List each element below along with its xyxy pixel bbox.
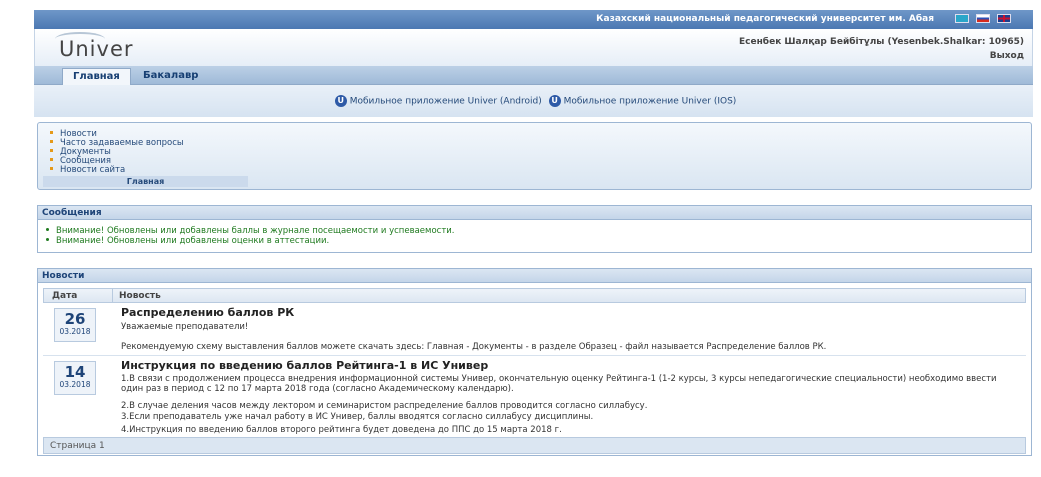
- bullet-icon: [50, 140, 53, 143]
- message-item: Внимание! Обновлены или добавлены баллы …: [46, 226, 1023, 236]
- main-nav: Главная Бакалавр: [34, 66, 1033, 85]
- date-badge: 14 03.2018: [54, 361, 96, 395]
- univer-logo[interactable]: Univer: [59, 37, 134, 61]
- top-bar: Казахский национальный педагогический ун…: [34, 10, 1033, 29]
- news-paragraph: Уважаемые преподаватели!: [121, 322, 249, 332]
- news-paragraph: 3.Если преподаватель уже начал работу в …: [121, 412, 594, 422]
- user-name: Есенбек Шалқар Бейбітұлы (Yesenbek.Shalk…: [739, 37, 1024, 47]
- news-paragraph: 4.Инструкция по введению баллов второго …: [121, 425, 562, 435]
- message-item: Внимание! Обновлены или добавлены оценки…: [46, 236, 1023, 246]
- bullet-icon: [50, 167, 53, 170]
- date-day: 26: [64, 310, 86, 328]
- logout-link[interactable]: Выход: [990, 51, 1024, 61]
- bullet-icon: [50, 158, 53, 161]
- news-paragraph: 2.В случае деления часов между лектором …: [121, 401, 648, 411]
- main-menu-panel: Новости Часто задаваемые вопросы Докумен…: [37, 122, 1032, 190]
- column-news: Новость: [119, 291, 161, 301]
- news-paragraph: 1.В связи с продолжением процесса внедре…: [121, 374, 997, 394]
- russian-flag-icon[interactable]: [976, 14, 990, 23]
- menu-item-site-news[interactable]: Новости сайта: [46, 166, 184, 175]
- news-title[interactable]: Инструкция по введению баллов Рейтинга-1…: [121, 359, 488, 372]
- tab-bachelor[interactable]: Бакалавр: [133, 68, 208, 85]
- news-header: Новости: [37, 268, 1032, 283]
- news-paragraph: Рекомендуемую схему выставления баллов м…: [121, 342, 827, 352]
- news-item: 26 03.2018 Распределению баллов РК Уважа…: [43, 304, 1026, 356]
- messages-header: Сообщения: [37, 205, 1032, 220]
- bullet-icon: [50, 131, 53, 134]
- university-name: Казахский национальный педагогический ун…: [596, 14, 934, 24]
- main-menu-list: Новости Часто задаваемые вопросы Докумен…: [46, 130, 184, 175]
- bullet-icon: [46, 238, 49, 241]
- news-table: Дата Новость 26 03.2018 Распределению ба…: [37, 283, 1032, 456]
- date-badge: 26 03.2018: [54, 308, 96, 342]
- news-item: 14 03.2018 Инструкция по введению баллов…: [43, 357, 1026, 437]
- english-flag-icon[interactable]: [997, 14, 1011, 23]
- message-text: Внимание! Обновлены или добавлены оценки…: [56, 236, 330, 246]
- date-month-year: 03.2018: [59, 380, 91, 389]
- ios-app-link[interactable]: Мобильное приложение Univer (IOS): [564, 97, 737, 107]
- header: Univer Есенбек Шалқар Бейбітұлы (Yesenbe…: [34, 29, 1033, 66]
- pagination[interactable]: Страница 1: [43, 437, 1026, 454]
- univer-app-icon: U: [548, 95, 561, 107]
- kazakh-flag-icon[interactable]: [955, 14, 969, 23]
- news-column-header: Дата Новость: [43, 288, 1026, 303]
- android-app-link[interactable]: Мобильное приложение Univer (Android): [350, 97, 542, 107]
- bullet-icon: [46, 228, 49, 231]
- mobile-apps-bar: U Мобильное приложение Univer (Android) U…: [34, 85, 1033, 117]
- column-divider: [112, 289, 113, 302]
- messages-box: Внимание! Обновлены или добавлены баллы …: [37, 220, 1032, 253]
- bullet-icon: [50, 149, 53, 152]
- menu-item-label: Новости сайта: [60, 165, 126, 175]
- column-date: Дата: [52, 291, 78, 301]
- date-month-year: 03.2018: [59, 327, 91, 336]
- date-day: 14: [64, 363, 86, 381]
- message-text: Внимание! Обновлены или добавлены баллы …: [56, 226, 455, 236]
- tab-main[interactable]: Главная: [62, 68, 131, 85]
- news-title[interactable]: Распределению баллов РК: [121, 306, 294, 319]
- menu-caption: Главная: [43, 176, 248, 187]
- univer-app-icon: U: [334, 95, 347, 107]
